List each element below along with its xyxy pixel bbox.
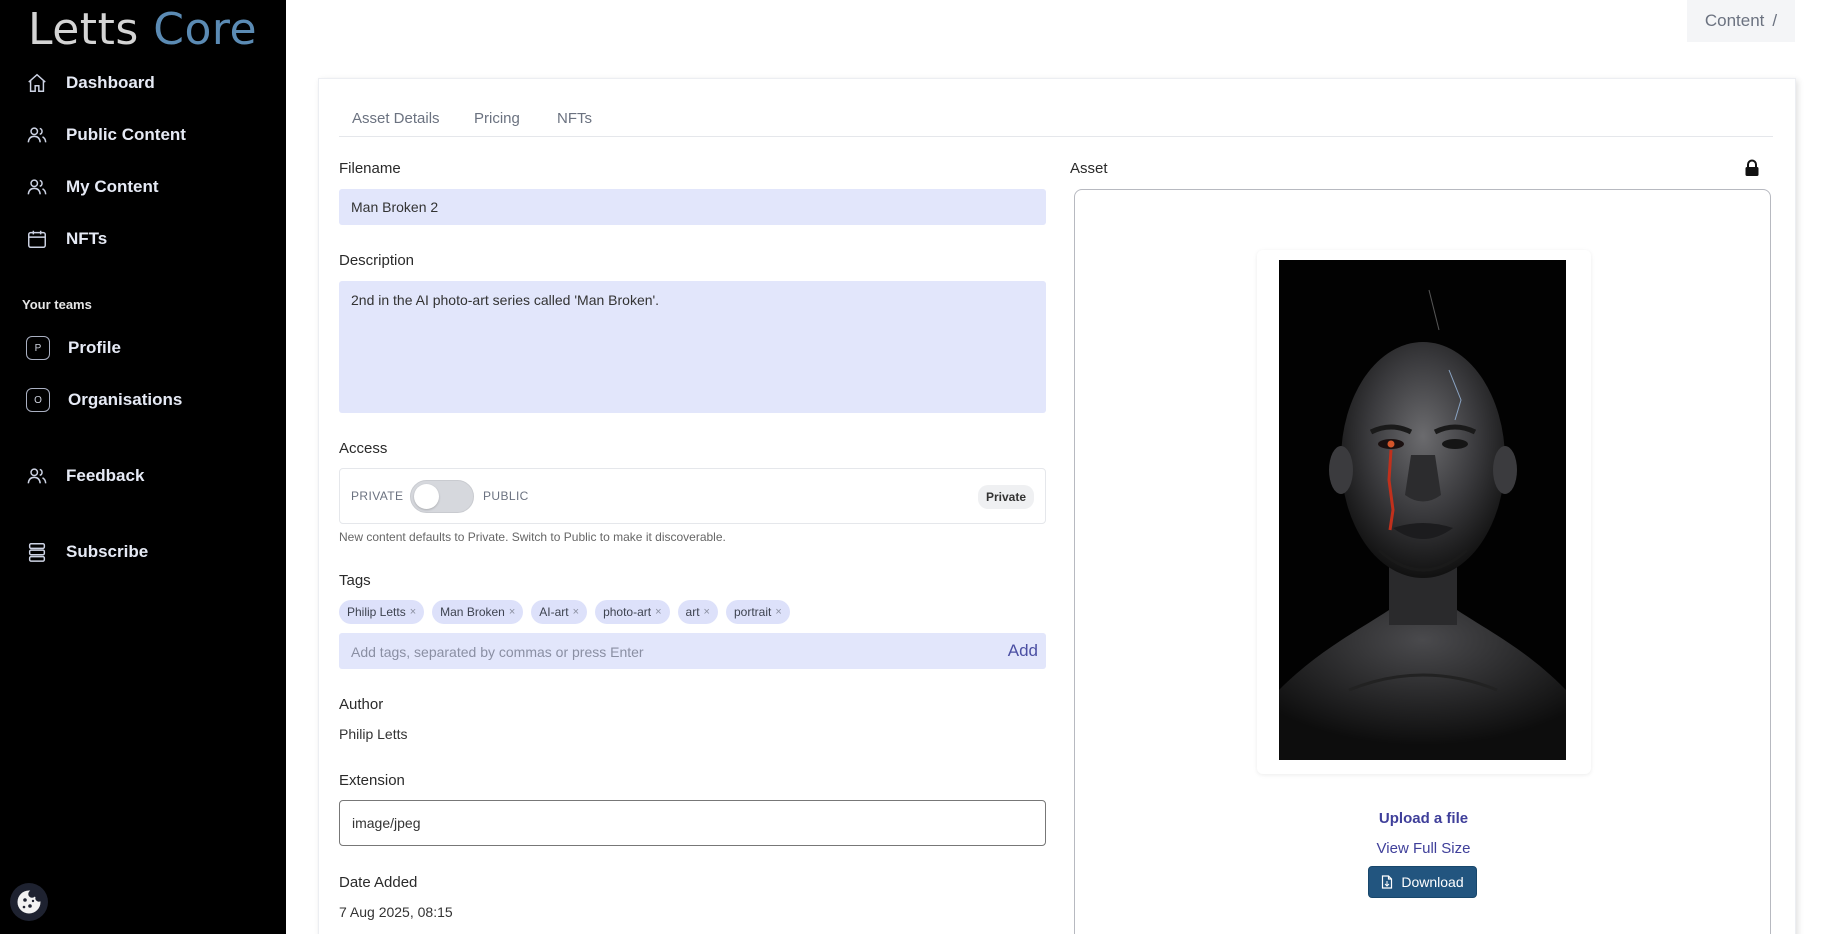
upload-file-link[interactable]: Upload a file [1075,810,1772,827]
date-added-value: 7 Aug 2025, 08:15 [339,904,453,920]
asset-image-frame [1257,250,1591,774]
add-tag-button[interactable]: Add [1008,641,1038,661]
tag-chip: Philip Letts × [339,600,425,624]
sidebar-item-nfts[interactable]: NFTs [26,228,107,250]
remove-tag-icon[interactable]: × [655,606,661,618]
view-full-size-link[interactable]: View Full Size [1075,840,1772,857]
tag-chip: portrait × [725,600,790,624]
date-added-label: Date Added [339,874,418,891]
extension-field[interactable]: image/jpeg [339,800,1046,846]
organisations-initial-icon: O [26,388,50,412]
profile-initial-icon: P [26,336,50,360]
remove-tag-icon[interactable]: × [410,606,416,618]
tab-asset-details[interactable]: Asset Details [352,110,440,127]
users-icon [27,179,47,195]
access-private-label: PRIVATE [351,489,404,503]
remove-tag-icon[interactable]: × [704,606,710,618]
author-label: Author [339,696,384,713]
breadcrumb-content-link[interactable]: Content [1705,11,1765,31]
access-label: Access [339,440,388,457]
teams-heading: Your teams [22,297,92,312]
tag-input[interactable]: Add tags, separated by commas or press E… [339,633,1046,669]
tag-input-placeholder: Add tags, separated by commas or press E… [351,644,644,660]
sidebar-item-feedback[interactable]: Feedback [26,465,144,487]
sidebar-item-profile[interactable]: P Profile [26,336,121,360]
tab-nfts[interactable]: NFTs [557,110,592,127]
tag-chip: AI-art × [531,600,588,624]
sidebar-item-my-content[interactable]: My Content [26,176,159,198]
description-label: Description [339,252,415,269]
breadcrumb: Content / [1687,0,1795,42]
access-status-badge: Private [977,485,1034,509]
sidebar-item-public-content[interactable]: Public Content [26,124,186,146]
tag-chip: photo-art × [595,600,670,624]
breadcrumb-separator: / [1772,11,1778,30]
tag-list: Philip Letts × Man Broken × AI-art × photo-… [339,600,790,624]
access-control: PRIVATE PUBLIC Private [339,468,1046,524]
filename-label: Filename [339,160,401,177]
filename-input[interactable]: Man Broken 2 [339,189,1046,225]
users-icon [27,127,47,143]
remove-tag-icon[interactable]: × [573,606,579,618]
sidebar: Letts Core Dashboard Public Content My C… [0,0,286,934]
access-hint: New content defaults to Private. Switch … [339,530,726,544]
download-button[interactable]: Download [1368,866,1477,898]
asset-card: Asset Details Pricing NFTs Filename Man … [318,78,1796,934]
server-icon [28,543,46,562]
description-textarea[interactable]: 2nd in the AI photo-art series called 'M… [339,281,1046,413]
tags-label: Tags [339,572,371,589]
tag-chip: art × [677,600,718,624]
extension-label: Extension [339,772,405,789]
tab-bar: Asset Details Pricing NFTs [339,79,1773,137]
access-public-label: PUBLIC [483,489,529,503]
lock-icon[interactable] [1744,159,1760,182]
file-icon [1382,875,1393,889]
remove-tag-icon[interactable]: × [509,606,515,618]
tag-chip: Man Broken × [432,600,524,624]
author-value: Philip Letts [339,726,408,742]
sidebar-item-dashboard[interactable]: Dashboard [26,72,155,94]
calendar-icon [28,230,46,248]
home-icon [28,73,46,92]
asset-preview-panel: Upload a file View Full Size Download [1074,189,1771,934]
sidebar-item-subscribe[interactable]: Subscribe [26,541,148,563]
cookie-settings-button[interactable] [10,883,48,921]
tab-pricing[interactable]: Pricing [474,110,520,127]
asset-image[interactable] [1279,260,1566,760]
remove-tag-icon[interactable]: × [775,606,781,618]
access-toggle[interactable] [410,480,474,513]
cookie-icon [17,890,41,914]
sidebar-item-organisations[interactable]: O Organisations [26,388,182,412]
users-icon [27,468,47,484]
app-logo[interactable]: Letts Core [28,4,257,55]
asset-label: Asset [1070,160,1108,177]
toggle-knob [414,484,439,509]
